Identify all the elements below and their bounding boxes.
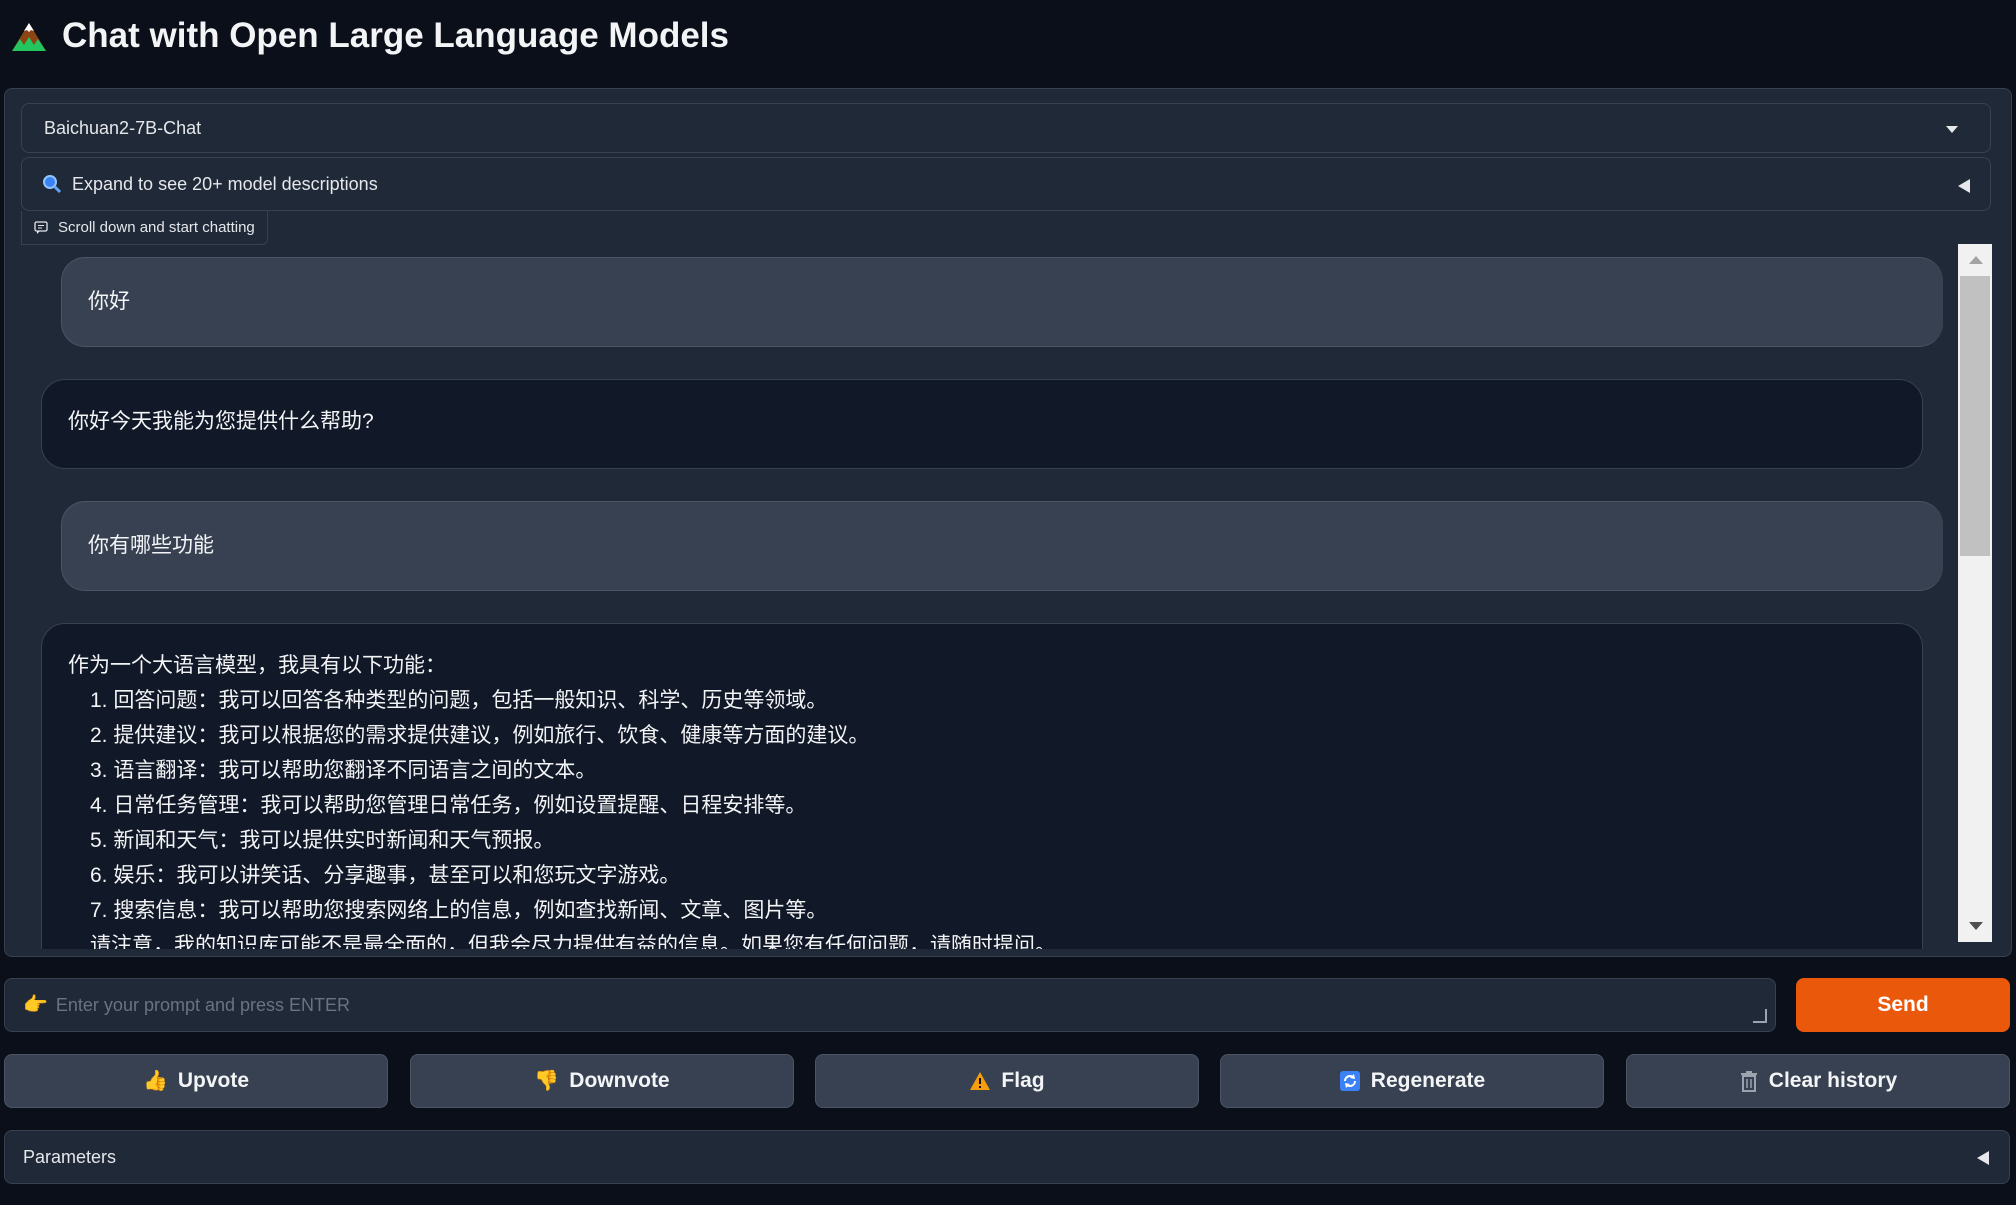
- list-item: 7. 搜索信息：我可以帮助您搜索网络上的信息，例如查找新闻、文章、图片等。: [90, 899, 828, 922]
- thumbs-up-icon: 👍: [142, 1070, 168, 1092]
- model-descriptions-accordion[interactable]: Expand to see 20+ model descriptions: [21, 157, 1991, 211]
- scroll-down-icon[interactable]: [1969, 922, 1983, 930]
- chat-messages[interactable]: 你好 你好今天我能为您提供什么帮助? 你有哪些功能 作为一个大语言模型，我具有以…: [21, 245, 1997, 949]
- user-message: 你有哪些功能: [61, 501, 1943, 591]
- warning-icon: [970, 1072, 991, 1090]
- list-item: 请注意，我的知识库可能不是最全面的，但我会尽力提供有益的信息。如果您有任何问题，…: [90, 934, 1056, 949]
- model-dropdown-value: Baichuan2-7B-Chat: [44, 117, 202, 138]
- page-header: Chat with Open Large Language Models: [10, 14, 729, 58]
- prompt-input[interactable]: 👉 Enter your prompt and press ENTER: [4, 978, 1776, 1032]
- list-item: 6. 娱乐：我可以讲笑话、分享趣事，甚至可以和您玩文字游戏。: [90, 864, 681, 887]
- trash-icon: [1740, 1071, 1757, 1092]
- list-item: 3. 语言翻译：我可以帮助您翻译不同语言之间的文本。: [90, 759, 597, 782]
- prompt-placeholder: Enter your prompt and press ENTER: [55, 994, 351, 1015]
- regenerate-button[interactable]: Regenerate: [1220, 1054, 1604, 1108]
- page-title: Chat with Open Large Language Models: [62, 16, 729, 55]
- button-label: Clear history: [1768, 1069, 1898, 1092]
- clear-history-button[interactable]: Clear history: [1626, 1054, 2010, 1108]
- list-item: 4. 日常任务管理：我可以帮助您管理日常任务，例如设置提醒、日程安排等。: [90, 794, 807, 817]
- list-item: 1. 回答问题：我可以回答各种类型的问题，包括一般知识、科学、历史等领域。: [90, 689, 828, 712]
- bot-message: 作为一个大语言模型，我具有以下功能： 1. 回答问题：我可以回答各种类型的问题，…: [41, 623, 1923, 949]
- refresh-icon: [1339, 1071, 1360, 1091]
- upvote-button[interactable]: 👍 Upvote: [4, 1054, 388, 1108]
- collapse-arrow-icon: [1958, 179, 1970, 193]
- chat-scrollbar[interactable]: [1958, 244, 1992, 942]
- flag-button[interactable]: Flag: [815, 1054, 1199, 1108]
- collapse-arrow-icon: [1977, 1151, 1989, 1165]
- chatbot-label-text: Scroll down and start chatting: [58, 219, 255, 236]
- magnifier-icon: [43, 175, 62, 194]
- message-text: 你好: [88, 290, 130, 313]
- message-text: 作为一个大语言模型，我具有以下功能：: [68, 654, 446, 677]
- pointing-hand-icon: 👉: [23, 994, 48, 1016]
- accordion-label: Expand to see 20+ model descriptions: [72, 173, 378, 194]
- feature-list: 1. 回答问题：我可以回答各种类型的问题，包括一般知识、科学、历史等领域。 2.…: [68, 683, 1896, 949]
- model-dropdown[interactable]: Baichuan2-7B-Chat: [21, 103, 1991, 153]
- list-item: 2. 提供建议：我可以根据您的需求提供建议，例如旅行、饮食、健康等方面的建议。: [90, 724, 870, 747]
- resize-handle-icon[interactable]: [1753, 1009, 1767, 1023]
- scroll-thumb[interactable]: [1960, 276, 1990, 556]
- send-button[interactable]: Send: [1796, 978, 2010, 1032]
- button-label: Regenerate: [1370, 1069, 1486, 1092]
- list-item: 5. 新闻和天气：我可以提供实时新闻和天气预报。: [90, 829, 555, 852]
- downvote-button[interactable]: 👎 Downvote: [410, 1054, 794, 1108]
- scroll-up-icon[interactable]: [1969, 256, 1983, 264]
- button-label: Upvote: [177, 1069, 250, 1092]
- parameters-label: Parameters: [23, 1146, 117, 1167]
- parameters-accordion[interactable]: Parameters: [4, 1130, 2010, 1184]
- bot-message: 你好今天我能为您提供什么帮助?: [41, 379, 1923, 469]
- chat-panel: Baichuan2-7B-Chat Expand to see 20+ mode…: [4, 88, 2012, 957]
- message-text: 你有哪些功能: [88, 534, 214, 557]
- chat-bubble-icon: [34, 220, 48, 234]
- chatbot-label: Scroll down and start chatting: [21, 211, 268, 245]
- chevron-down-icon: [1946, 126, 1958, 133]
- button-label: Flag: [1001, 1069, 1045, 1092]
- button-label: Downvote: [569, 1069, 670, 1092]
- mountain-logo: [12, 23, 46, 51]
- message-text: 你好今天我能为您提供什么帮助?: [68, 410, 374, 433]
- thumbs-down-icon: 👎: [534, 1070, 560, 1092]
- user-message: 你好: [61, 257, 1943, 347]
